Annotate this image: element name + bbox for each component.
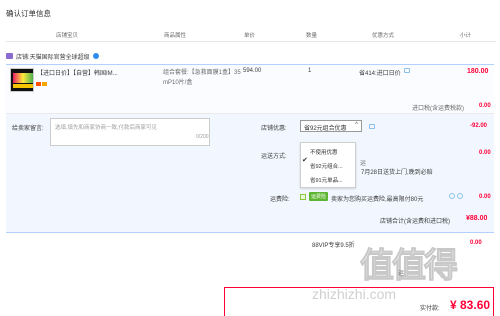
insurance-text: 卖家为您购买运费险,最高限付80元 <box>331 197 424 203</box>
coupon-option[interactable]: 不使用优惠 <box>310 148 338 156</box>
divider <box>6 232 494 233</box>
page-title: 确认订单信息 <box>6 9 51 18</box>
insurance-checkbox[interactable] <box>300 194 306 200</box>
coupon-label: 店铺优惠: <box>261 126 287 132</box>
tax-value: 0.00 <box>479 103 491 109</box>
item-spec: 组合套餐:【急救面膜1盒】35 mP10片/盒 <box>163 68 253 88</box>
pay-line: 运 <box>398 271 405 277</box>
chat-icon[interactable] <box>457 193 463 199</box>
shipping-date: 7月28日送货上门,晚到必赔 <box>361 170 433 176</box>
vip-value: 0.00 <box>470 240 482 246</box>
tax-label: 进口税(含运费税款) <box>412 106 464 112</box>
spec-line: 组合套餐:【急救面膜1盒】35 <box>163 70 241 76</box>
coupon-select[interactable]: 省92元组合优惠 ^ <box>300 120 362 132</box>
item-promo: 省414:进口日价 <box>359 68 410 77</box>
coupon-dropdown: 不使用优惠 省92元组合... 省91元单品... <box>300 142 356 188</box>
final-label: 实付款: <box>420 306 440 312</box>
service-badges <box>36 82 47 86</box>
coupon-option[interactable]: 省92元组合... <box>310 162 343 170</box>
col-quantity: 数量 <box>306 33 318 39</box>
shop-name[interactable]: 店铺:天猫国际官营全球超级 <box>16 52 90 61</box>
item-quantity: 1 <box>308 68 312 74</box>
item-name-link[interactable]: 【进口日价】【自营】韩国IM... <box>37 68 147 77</box>
shop-total-value: ¥88.00 <box>466 215 488 222</box>
col-subtotal: 小计 <box>460 33 472 39</box>
chat-icon[interactable] <box>403 68 410 73</box>
col-shop-item: 店铺宝贝 <box>56 33 79 39</box>
final-value: ¥ 83.60 <box>450 298 491 312</box>
shop-total-label: 店铺合计(含运费和进口税) <box>380 219 450 225</box>
insurance-value: 0.00 <box>479 194 491 200</box>
shipping-label: 运送方式: <box>261 154 287 160</box>
message-count: 0/200 <box>196 134 209 140</box>
shop-row: 店铺:天猫国际官营全球超级 <box>6 50 99 62</box>
insurance-tag: 运费险 <box>309 192 329 201</box>
vip-label: 88VIP专享9.5折 <box>312 243 355 249</box>
coupon-value: -92.00 <box>470 123 488 129</box>
column-header: 店铺宝贝 商品属性 单价 数量 优惠方式 小计 <box>6 28 496 42</box>
product-image[interactable] <box>10 68 34 92</box>
watermark-logo: 值值得 <box>360 247 459 286</box>
insurance-icons <box>449 193 463 199</box>
check-icon: ✔ <box>302 157 308 164</box>
coupon-selected: 省92元组合优惠 <box>304 126 347 132</box>
shipping-value: 0.00 <box>479 150 491 156</box>
shipping-text: 运 <box>360 161 367 167</box>
item-price: 594.00 <box>243 68 262 74</box>
insurance-label: 运费险: <box>270 197 290 203</box>
info-icon[interactable] <box>449 193 455 199</box>
chat-icon[interactable] <box>369 124 375 129</box>
badge-icon <box>42 82 47 86</box>
promo-text: 省414:进口日价 <box>359 71 401 77</box>
watermark-url: zhizhizhi.com <box>312 286 397 302</box>
item-subtotal: 180.00 <box>467 68 489 75</box>
badge-icon <box>36 82 41 86</box>
col-promo: 优惠方式 <box>372 33 395 39</box>
verified-icon <box>92 53 99 59</box>
message-label: 给卖家留言: <box>12 126 44 132</box>
col-attributes: 商品属性 <box>164 33 187 39</box>
chevron-up-icon: ^ <box>355 122 358 128</box>
shop-icon <box>6 53 13 59</box>
coupon-option[interactable]: 省91元单品... <box>310 176 343 184</box>
spec-line: mP10片/盒 <box>163 80 193 86</box>
col-price: 单价 <box>244 33 256 39</box>
message-placeholder: 选填,填先和商家协商一致,付款后商家可见 <box>55 125 158 131</box>
